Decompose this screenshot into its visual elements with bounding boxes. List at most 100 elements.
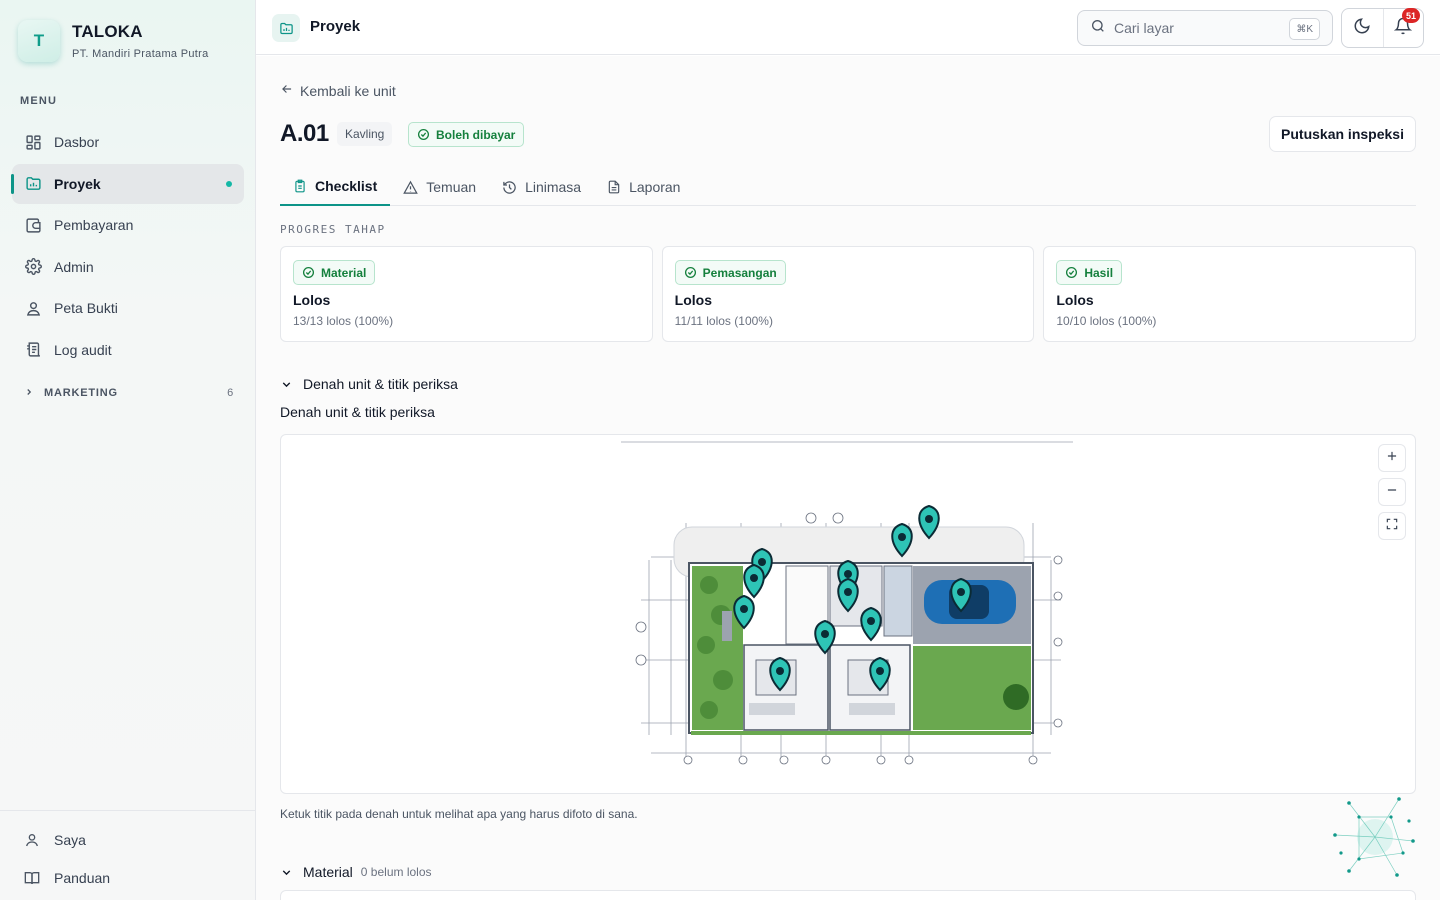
stage-badge: Material (293, 260, 376, 285)
tab-bar: Checklist Temuan Linimasa Laporan (280, 168, 1416, 206)
stage-badge: Pemasangan (674, 260, 786, 285)
gear-icon (24, 258, 42, 276)
tab-label: Checklist (315, 178, 378, 194)
tab-checklist[interactable]: Checklist (280, 168, 391, 206)
sidebar-item-log-audit[interactable]: Log audit (12, 330, 244, 370)
page-title: Proyek (310, 18, 361, 35)
tab-label: Linimasa (525, 179, 582, 195)
stage-cards: Material Lolos 13/13 lolos (100%) Pemasa… (280, 246, 1417, 342)
menu-heading: MENU (20, 95, 58, 107)
folder-icon (272, 14, 300, 42)
footer-item-panduan[interactable]: Panduan (0, 859, 256, 897)
chevron-right-icon (24, 386, 34, 400)
assistant-orb-icon[interactable] (1329, 793, 1419, 883)
tab-linimasa[interactable]: Linimasa (489, 168, 594, 206)
chevron-down-icon (280, 378, 293, 391)
marketing-count: 6 (227, 387, 234, 399)
notifications-button[interactable]: 51 (1382, 8, 1424, 47)
company-name: PT. Mandiri Pratama Putra (72, 48, 209, 60)
zoom-in-button[interactable] (1378, 444, 1406, 472)
decide-inspection-button[interactable]: Putuskan inspeksi (1269, 116, 1416, 152)
zoom-out-button[interactable] (1378, 478, 1406, 506)
chevron-down-icon (280, 866, 293, 879)
arrow-left-icon (280, 82, 294, 100)
stage-detail: 10/10 lolos (100%) (1056, 314, 1157, 328)
notification-badge: 51 (1402, 8, 1420, 23)
main-content: Kembali ke unit A.01 Kavling Boleh dibay… (256, 56, 1440, 900)
sidebar-footer: Saya Panduan (0, 810, 256, 897)
unit-title: A.01 (280, 120, 329, 147)
check-circle-icon (1065, 266, 1078, 279)
folder-icon (24, 175, 42, 193)
brand-name: TALOKA (72, 22, 143, 41)
sidebar-item-pembayaran[interactable]: Pembayaran (12, 205, 244, 245)
marketing-label: MARKETING (44, 387, 118, 399)
stage-card-material: Material Lolos 13/13 lolos (100%) (280, 246, 653, 342)
check-circle-icon (417, 128, 430, 141)
tab-temuan[interactable]: Temuan (390, 168, 489, 206)
user-icon (24, 832, 42, 848)
sidebar-item-peta-bukti[interactable]: Peta Bukti (12, 288, 244, 328)
stage-status: Lolos (293, 292, 331, 308)
map-pin-user-icon (24, 299, 42, 317)
checkpoint-pin[interactable] (918, 505, 940, 539)
payment-status-badge: Boleh dibayar (408, 122, 525, 147)
search-input[interactable]: Cari layar ⌘K (1077, 10, 1333, 46)
expand-icon (1385, 517, 1399, 536)
check-circle-icon (684, 266, 697, 279)
brand[interactable]: T TALOKA PT. Mandiri Pratama Putra (18, 20, 209, 62)
back-link[interactable]: Kembali ke unit (280, 82, 396, 100)
material-list-card (280, 890, 1416, 900)
section-label: Denah unit & titik periksa (303, 376, 458, 392)
search-icon (1090, 18, 1106, 39)
marketing-group-toggle[interactable]: MARKETING 6 (24, 386, 234, 400)
stage-name: Material (321, 265, 367, 280)
warning-icon (403, 180, 419, 195)
checkpoint-pin[interactable] (769, 657, 791, 691)
theme-toggle-button[interactable] (1342, 9, 1383, 47)
payment-status-label: Boleh dibayar (436, 127, 516, 142)
sidebar-item-label: Proyek (54, 175, 101, 192)
stage-card-pemasangan: Pemasangan Lolos 11/11 lolos (100%) (661, 246, 1035, 342)
floorplan-title: Denah unit & titik periksa (280, 404, 435, 420)
stage-detail: 11/11 lolos (100%) (674, 314, 773, 328)
checkpoint-pin[interactable] (814, 620, 836, 654)
footer-item-saya[interactable]: Saya (0, 821, 256, 859)
sidebar-nav: Dasbor Proyek Pembayaran Admin Peta Bukt… (11, 122, 244, 371)
moon-icon (1353, 17, 1371, 40)
log-icon (24, 341, 42, 359)
checkpoint-pin[interactable] (860, 607, 882, 641)
stage-name: Pemasangan (702, 265, 777, 280)
search-shortcut: ⌘K (1289, 18, 1320, 40)
book-icon (24, 870, 42, 886)
checkpoint-pin[interactable] (743, 564, 765, 598)
floorplan-section-toggle[interactable]: Denah unit & titik periksa (280, 376, 458, 392)
checkpoint-pin[interactable] (837, 578, 859, 612)
sidebar-item-label: Pembayaran (54, 217, 134, 233)
stage-status: Lolos (1056, 292, 1094, 308)
fullscreen-button[interactable] (1378, 512, 1406, 540)
material-section-toggle[interactable]: Material 0 belum lolos (280, 864, 432, 880)
checkpoint-pin[interactable] (950, 578, 972, 612)
stage-name: Hasil (1084, 265, 1114, 280)
checkpoint-pin[interactable] (733, 595, 755, 629)
section-label: Material (303, 864, 353, 880)
sidebar-item-dasbor[interactable]: Dasbor (12, 122, 244, 162)
active-indicator-dot (226, 180, 232, 187)
document-icon (607, 180, 621, 194)
sidebar-item-label: Admin (54, 258, 94, 275)
stage-detail: 13/13 lolos (100%) (293, 314, 394, 328)
sidebar-item-admin[interactable]: Admin (12, 247, 244, 287)
progress-heading: PROGRES TAHAP (280, 223, 386, 236)
back-label: Kembali ke unit (300, 83, 396, 99)
search-placeholder: Cari layar (1114, 20, 1174, 36)
sidebar-item-proyek[interactable]: Proyek (11, 163, 244, 204)
checkpoint-pin[interactable] (869, 657, 891, 691)
section-count: 0 belum lolos (360, 865, 432, 879)
checkpoint-pin[interactable] (891, 523, 913, 557)
stage-badge: Hasil (1056, 260, 1123, 285)
stage-status: Lolos (674, 292, 713, 308)
dashboard-icon (24, 133, 42, 151)
floorplan-viewer[interactable] (280, 434, 1416, 794)
tab-laporan[interactable]: Laporan (594, 168, 693, 206)
